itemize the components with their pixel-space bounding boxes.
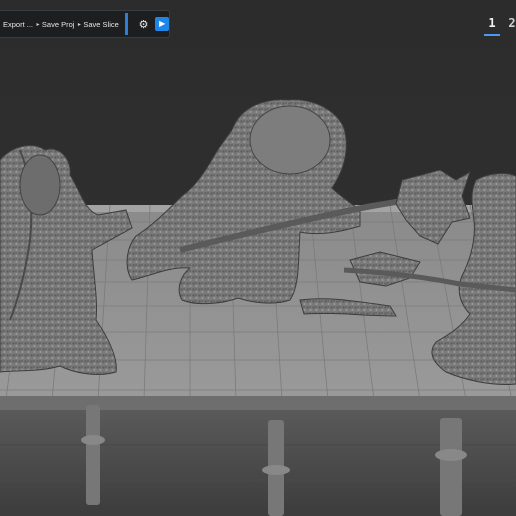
save-project-button[interactable]: Save Proj: [40, 14, 78, 34]
slice-button[interactable]: ▶: [155, 17, 169, 31]
3d-viewport[interactable]: [0, 0, 516, 516]
play-icon: ▶: [159, 19, 166, 28]
export-button[interactable]: Export ...: [1, 14, 36, 34]
plate-tab-1[interactable]: 1: [484, 12, 500, 36]
plate-tab-2[interactable]: 2: [504, 12, 516, 34]
settings-button[interactable]: ⚙: [136, 16, 152, 32]
gear-icon: ⚙: [138, 18, 149, 31]
main-toolbar: Export ... ▸ Save Proj ▸ Save Slice ⚙ ▶: [0, 10, 170, 38]
save-slice-button[interactable]: Save Slice: [81, 14, 121, 34]
plate-tabs: 1 2: [480, 12, 516, 38]
toolbar-divider: [124, 13, 128, 35]
